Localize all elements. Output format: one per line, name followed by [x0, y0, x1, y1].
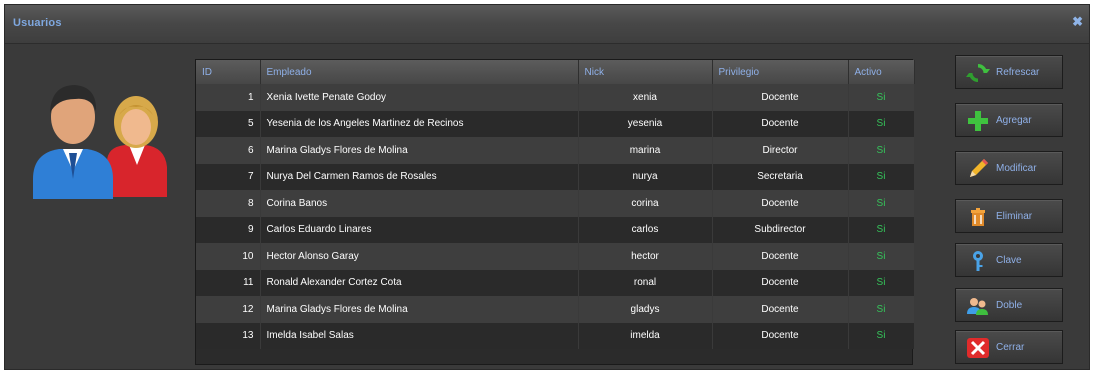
- column-header-privilegio[interactable]: Privilegio: [712, 60, 849, 84]
- window-title: Usuarios: [13, 17, 62, 29]
- cell-empleado: Imelda Isabel Salas: [260, 322, 579, 349]
- cell-privilegio: Docente: [712, 243, 849, 270]
- users-icon: [967, 298, 988, 315]
- cell-nick: carlos: [578, 216, 713, 243]
- cell-id: 7: [196, 163, 261, 190]
- cell-id: 8: [196, 190, 261, 217]
- cell-activo: Si: [848, 84, 915, 111]
- cell-nick: gladys: [578, 296, 713, 323]
- table-row[interactable]: 1 Xenia Ivette Penate Godoy xenia Docent…: [196, 84, 915, 111]
- table-row[interactable]: 11 Ronald Alexander Cortez Cota ronal Do…: [196, 269, 915, 296]
- table-row[interactable]: 7 Nurya Del Carmen Ramos de Rosales nury…: [196, 163, 915, 190]
- table-row[interactable]: 6 Marina Gladys Flores de Molina marina …: [196, 137, 915, 164]
- cell-empleado: Carlos Eduardo Linares: [260, 216, 579, 243]
- cell-id: 1: [196, 84, 261, 111]
- cell-nick: ronal: [578, 269, 713, 296]
- cell-privilegio: Docente: [712, 84, 849, 111]
- duplicate-button-label: Doble: [996, 300, 1023, 311]
- cell-privilegio: Docente: [712, 269, 849, 296]
- refresh-button[interactable]: Refrescar: [955, 55, 1063, 89]
- password-button-label: Clave: [996, 255, 1022, 266]
- cell-id: 11: [196, 269, 261, 296]
- users-table: ID Empleado Nick Privilegio Activo 1 Xen…: [195, 59, 915, 365]
- cell-activo: Si: [848, 243, 915, 270]
- cell-empleado: Yesenia de los Angeles Martinez de Recin…: [260, 110, 579, 137]
- cell-privilegio: Director: [712, 137, 849, 164]
- cell-id: 5: [196, 110, 261, 137]
- title-bar: Usuarios ✖: [5, 5, 1089, 44]
- key-icon: [973, 251, 983, 271]
- cell-privilegio: Docente: [712, 296, 849, 323]
- close-button[interactable]: Cerrar: [955, 330, 1063, 364]
- duplicate-button[interactable]: Doble: [955, 288, 1063, 322]
- cell-id: 13: [196, 322, 261, 349]
- close-button-label: Cerrar: [996, 342, 1025, 353]
- table-header-row: ID Empleado Nick Privilegio Activo: [196, 60, 915, 84]
- pencil-icon: [970, 159, 988, 177]
- delete-button-label: Eliminar: [996, 211, 1033, 222]
- edit-button[interactable]: Modificar: [955, 151, 1063, 185]
- table-row[interactable]: 13 Imelda Isabel Salas imelda Docente Si: [196, 322, 915, 349]
- add-button[interactable]: Agregar: [955, 103, 1063, 137]
- cell-id: 9: [196, 216, 261, 243]
- cell-activo: Si: [848, 296, 915, 323]
- cell-empleado: Marina Gladys Flores de Molina: [260, 296, 579, 323]
- delete-button[interactable]: Eliminar: [955, 199, 1063, 233]
- cell-activo: Si: [848, 163, 915, 190]
- cell-nick: xenia: [578, 84, 713, 111]
- cell-privilegio: Docente: [712, 322, 849, 349]
- cell-id: 12: [196, 296, 261, 323]
- cell-privilegio: Docente: [712, 190, 849, 217]
- cell-activo: Si: [848, 322, 915, 349]
- table-row[interactable]: 9 Carlos Eduardo Linares carlos Subdirec…: [196, 216, 915, 243]
- column-header-nick[interactable]: Nick: [578, 60, 713, 84]
- close-icon[interactable]: ✖: [1072, 15, 1083, 29]
- password-button[interactable]: Clave: [955, 243, 1063, 277]
- plus-icon: [968, 111, 988, 131]
- cell-nick: hector: [578, 243, 713, 270]
- trash-icon: [971, 208, 985, 226]
- users-avatar-icon: [33, 85, 167, 199]
- cell-nick: imelda: [578, 322, 713, 349]
- table-row[interactable]: 10 Hector Alonso Garay hector Docente Si: [196, 243, 915, 270]
- cell-empleado: Xenia Ivette Penate Godoy: [260, 84, 579, 111]
- cell-nick: nurya: [578, 163, 713, 190]
- cell-empleado: Ronald Alexander Cortez Cota: [260, 269, 579, 296]
- cell-id: 6: [196, 137, 261, 164]
- cell-activo: Si: [848, 110, 915, 137]
- cell-activo: Si: [848, 137, 915, 164]
- cell-privilegio: Subdirector: [712, 216, 849, 243]
- refresh-button-label: Refrescar: [996, 67, 1040, 78]
- close-x-icon: [967, 338, 989, 358]
- cell-empleado: Nurya Del Carmen Ramos de Rosales: [260, 163, 579, 190]
- table-row[interactable]: 12 Marina Gladys Flores de Molina gladys…: [196, 296, 915, 323]
- edit-button-label: Modificar: [996, 163, 1037, 174]
- cell-activo: Si: [848, 190, 915, 217]
- cell-nick: corina: [578, 190, 713, 217]
- column-header-empleado[interactable]: Empleado: [260, 60, 579, 84]
- add-button-label: Agregar: [996, 115, 1032, 126]
- cell-id: 10: [196, 243, 261, 270]
- cell-nick: marina: [578, 137, 713, 164]
- cell-privilegio: Docente: [712, 110, 849, 137]
- cell-nick: yesenia: [578, 110, 713, 137]
- cell-empleado: Hector Alonso Garay: [260, 243, 579, 270]
- cell-privilegio: Secretaria: [712, 163, 849, 190]
- cell-activo: Si: [848, 269, 915, 296]
- column-header-activo[interactable]: Activo: [848, 60, 915, 84]
- refresh-icon: [966, 64, 990, 82]
- cell-activo: Si: [848, 216, 915, 243]
- cell-empleado: Corina Banos: [260, 190, 579, 217]
- table-row[interactable]: 8 Corina Banos corina Docente Si: [196, 190, 915, 217]
- cell-empleado: Marina Gladys Flores de Molina: [260, 137, 579, 164]
- table-row[interactable]: 5 Yesenia de los Angeles Martinez de Rec…: [196, 110, 915, 137]
- users-window: Usuarios ✖ ID Empleado Nick Privilegio A…: [4, 4, 1090, 370]
- column-header-id[interactable]: ID: [196, 60, 261, 84]
